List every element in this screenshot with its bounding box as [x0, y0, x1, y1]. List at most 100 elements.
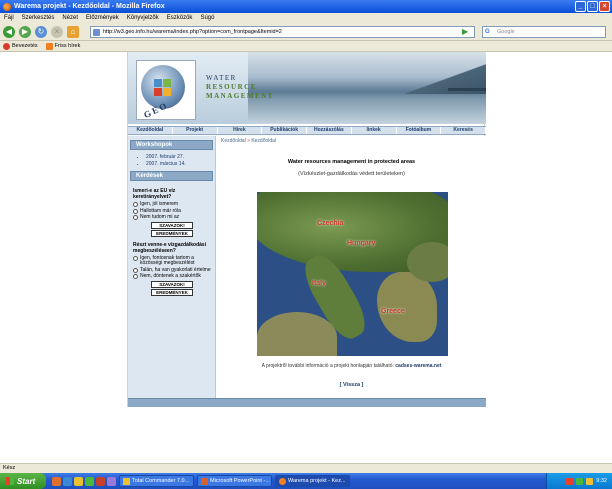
workshops-heading: Workshopok [130, 140, 213, 150]
close-button[interactable]: × [599, 1, 610, 12]
poll-option-label: Igen, fontosnak tartom a közösségi megbe… [140, 254, 195, 266]
nav-search[interactable]: Keresés [441, 127, 486, 134]
poll-1: Ismeri-e az EU víz keretirányelvet? Igen… [128, 183, 215, 237]
taskbar-item-label: Warema projekt - Kez... [288, 478, 346, 484]
taskbar-item[interactable]: Warema projekt - Kez... [275, 475, 350, 487]
rss-icon [45, 42, 53, 50]
window-title: Warema projekt - Kezdőoldal - Mozilla Fi… [14, 3, 165, 10]
taskbar-item-label: Microsoft PowerPoint -... [210, 478, 270, 484]
bookmark-label: Friss hírek [54, 43, 81, 49]
nav-photo-album[interactable]: Fotóalbum [397, 127, 442, 134]
nav-project[interactable]: Projekt [173, 127, 218, 134]
tray-icon[interactable] [566, 477, 574, 485]
poll-option[interactable]: Igen, fontosnak tartom a közösségi megbe… [133, 254, 211, 267]
firefox-icon [279, 477, 286, 485]
browser-viewport: GEO WATER RESOURCE MANAGEMENT Kezdőoldal… [0, 52, 612, 463]
logo-square [154, 88, 162, 96]
results-button[interactable]: EREDMÉNYEK [151, 288, 193, 296]
menu-edit[interactable]: Szerkesztés [22, 15, 55, 21]
start-label: Start [17, 476, 36, 486]
menu-bookmarks[interactable]: Könyvjelzők [127, 15, 159, 21]
poll-2: Részt venne-e vízgazdálkodási megbeszélé… [128, 237, 215, 296]
folder-quicklaunch-icon[interactable] [74, 476, 83, 486]
powerpoint-icon [201, 477, 208, 485]
info-text: A projektről további információ a projek… [217, 363, 486, 369]
radio-button[interactable] [133, 274, 138, 279]
bookmark-item[interactable]: Bevezetés [3, 42, 38, 50]
poll-option[interactable]: Igen, jól ismerem [133, 201, 211, 208]
article-subtitle: (Vízkészlet-gazdálkodás védett területek… [298, 171, 405, 177]
radio-button[interactable] [133, 255, 138, 261]
bookmark-item[interactable]: Friss hírek [45, 42, 81, 50]
tray-icon[interactable] [586, 477, 594, 485]
radio-button[interactable] [133, 215, 138, 220]
workshop-link[interactable]: 2007. február 27. [146, 154, 215, 160]
menu-view[interactable]: Nézet [62, 15, 78, 21]
radio-button[interactable] [133, 208, 138, 214]
vote-button[interactable]: SZAVAZOK! [151, 221, 193, 229]
nav-comments[interactable]: Hozzászólás [307, 127, 352, 134]
map-label-czechia: Czechia [317, 220, 344, 227]
reload-icon[interactable]: ↻ [35, 25, 47, 38]
radio-button[interactable] [133, 202, 138, 207]
menu-history[interactable]: Előzmények [86, 15, 119, 21]
window-titlebar: Warema projekt - Kezdőoldal - Mozilla Fi… [0, 0, 612, 13]
project-website-link[interactable]: cadses-warema.net [395, 363, 441, 369]
nav-links[interactable]: linkek [352, 127, 397, 134]
logo-square [163, 88, 171, 96]
breadcrumb-home[interactable]: Kezdőoldal [221, 138, 246, 144]
poll-option[interactable]: Nem tudom mi az [133, 214, 211, 221]
start-button[interactable]: Start [0, 473, 46, 489]
logo-square [154, 79, 162, 87]
taskbar-item[interactable]: Microsoft PowerPoint -... [197, 475, 272, 487]
vote-button[interactable]: SZAVAZOK! [151, 280, 193, 288]
ie-quicklaunch-icon[interactable] [63, 476, 72, 486]
nav-news[interactable]: Hírek [218, 127, 263, 134]
info-text-body: A projektről további információ a projek… [261, 363, 394, 369]
taskbar-item[interactable]: Total Commander 7.0... [119, 475, 194, 487]
app-quicklaunch-icon[interactable] [85, 476, 94, 486]
workshop-link[interactable]: 2007. március 14. [146, 161, 215, 167]
maximize-button[interactable]: □ [587, 1, 598, 12]
web-page: GEO WATER RESOURCE MANAGEMENT Kezdőoldal… [127, 52, 486, 407]
windows-taskbar: Start Total Commander 7.0... Microsoft P… [0, 473, 612, 489]
site-favicon-icon [93, 29, 100, 36]
lake-photo [248, 52, 486, 124]
back-arrow-icon[interactable]: ◀ [3, 25, 15, 38]
poll-option[interactable]: Nem, döntenek a szakértők [133, 273, 211, 280]
geo-logo[interactable]: GEO [136, 60, 196, 120]
url-text: http://w3.geo.info.hu/warema/index.php?o… [103, 29, 282, 35]
nav-publications[interactable]: Publikációk [262, 127, 307, 134]
menu-file[interactable]: Fájl [4, 15, 14, 21]
firefox-quicklaunch-icon[interactable] [52, 476, 61, 486]
app-quicklaunch-icon[interactable] [96, 476, 105, 486]
radio-button[interactable] [133, 267, 138, 273]
results-button[interactable]: EREDMÉNYEK [151, 229, 193, 237]
tray-icon[interactable] [576, 477, 584, 485]
window-controls: _ □ × [575, 1, 610, 12]
windows-logo-icon [6, 477, 14, 485]
bookmark-label: Bevezetés [12, 43, 38, 49]
map-label-hungary: Hungary [347, 240, 376, 247]
home-icon[interactable]: ⌂ [67, 25, 79, 38]
site-title: WATER RESOURCE MANAGEMENT [206, 74, 274, 101]
bookmark-icon [3, 42, 10, 50]
map-land [257, 312, 337, 356]
menu-tools[interactable]: Eszközök [167, 15, 193, 21]
go-arrow-icon[interactable]: ▶ [462, 27, 472, 37]
search-input[interactable]: G Google [482, 26, 606, 38]
minimize-button[interactable]: _ [575, 1, 586, 12]
site-nav: Kezdőoldal Projekt Hírek Publikációk Hoz… [128, 126, 486, 135]
forward-arrow-icon[interactable]: ▶ [19, 25, 31, 38]
poll-option-label: Igen, jól ismerem [140, 201, 179, 207]
back-link[interactable]: [ Vissza ] [217, 382, 486, 388]
breadcrumb-separator: » [247, 138, 250, 144]
menu-bar: Fájl Szerkesztés Nézet Előzmények Könyvj… [0, 13, 612, 23]
stop-icon[interactable]: ✕ [51, 25, 63, 38]
nav-home[interactable]: Kezdőoldal [128, 127, 173, 134]
menu-help[interactable]: Súgó [200, 15, 214, 21]
url-bar[interactable]: http://w3.geo.info.hu/warema/index.php?o… [90, 26, 475, 38]
app-quicklaunch-icon[interactable] [107, 476, 116, 486]
project-map-image: Czechia Hungary Italy Greece [257, 192, 448, 356]
main-content: Kezdőoldal » Kezdőoldal Water resources … [217, 136, 486, 400]
